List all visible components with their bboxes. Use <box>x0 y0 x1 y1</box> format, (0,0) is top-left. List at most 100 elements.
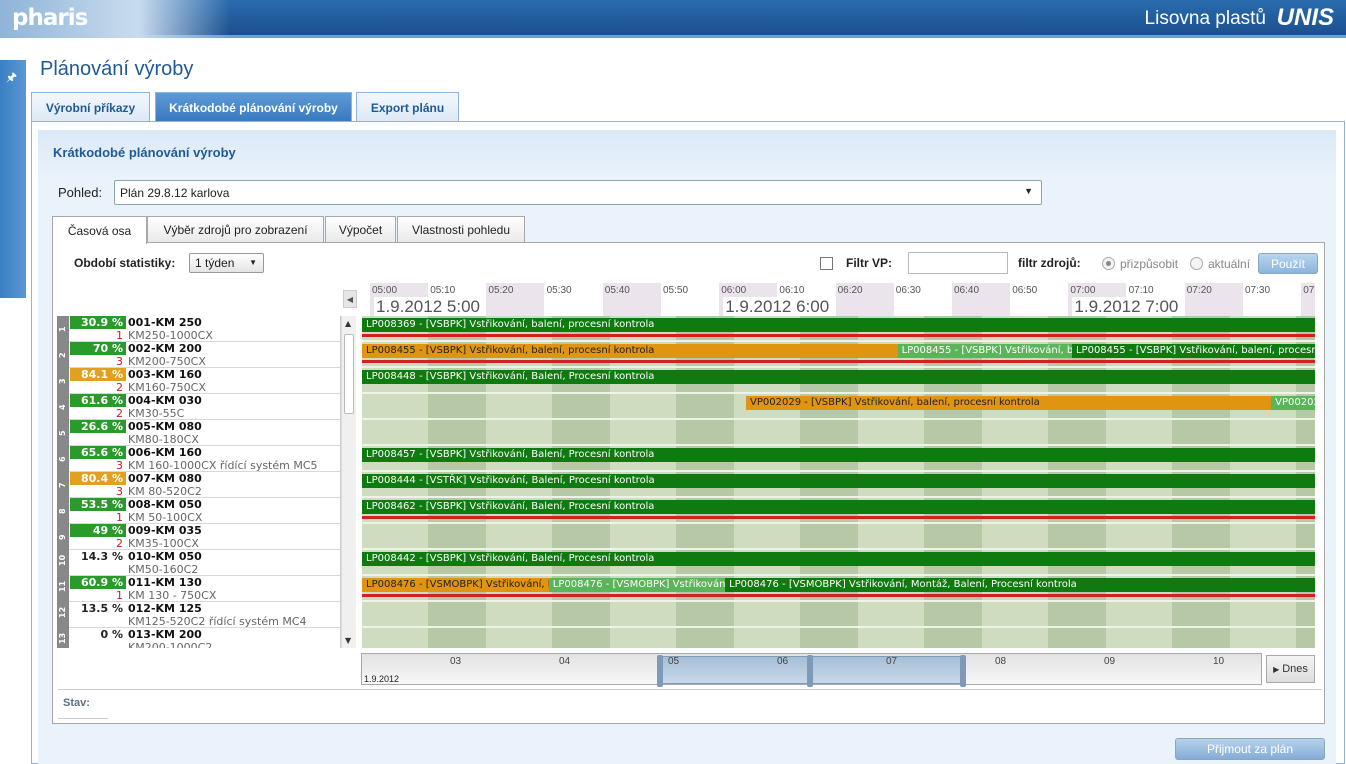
resource-index: 2 <box>57 342 69 368</box>
resource-row[interactable]: 1 30.9 % 1 001-KM 250 KM250-1000CX <box>57 316 340 342</box>
resource-name: 005-KM 080 <box>128 420 202 433</box>
subtab-resource-selection[interactable]: Výběr zdrojů pro zobrazení <box>147 216 324 243</box>
navigator-handle-center[interactable] <box>807 655 813 687</box>
resource-row[interactable]: 3 84.1 % 2 003-KM 160 KM160-750CX <box>57 368 340 394</box>
resource-row[interactable]: 6 65.6 % 3 006-KM 160 KM 160-1000CX řídící s… <box>57 446 340 472</box>
scroll-down-icon[interactable]: ▼ <box>345 636 351 645</box>
timeline-tick-column: 06:20 <box>835 283 894 316</box>
resource-name: 003-KM 160 <box>128 368 202 381</box>
gantt-delay-line <box>362 516 1315 519</box>
resource-order-count: 1 <box>116 329 123 342</box>
gantt-bar[interactable]: LP008444 - [VSTŘK] Vstřikování, Balení, … <box>362 474 1315 488</box>
resource-row[interactable]: 13 0 % 013-KM 200 KM200-1000C2 <box>57 628 340 648</box>
timeline-tick-label: 06:10 <box>779 285 805 296</box>
gantt-bar[interactable]: LP008476 - [VSMOBPK] Vstřikování, Montáž… <box>725 578 1315 592</box>
resource-index: 3 <box>57 368 69 394</box>
resource-order-count: 2 <box>116 537 123 550</box>
timeline-tick-column: 07 <box>1301 283 1315 316</box>
gantt-bar[interactable]: LP008476 - [VSMOBPK] Vstřikování, Montáž… <box>548 578 726 592</box>
gantt-delay-line <box>362 334 1315 337</box>
resource-name: 009-KM 035 <box>128 524 202 537</box>
resource-scrollbar[interactable]: ▲ ▼ <box>341 316 356 648</box>
collapse-left-icon[interactable]: ◀ <box>343 290 357 308</box>
stat-period-label: Období statistiky: <box>74 256 176 270</box>
resource-name: 007-KM 080 <box>128 472 202 485</box>
timeline-tick-label: 05:00 <box>372 285 398 296</box>
timeline-tick-label: 07 <box>1303 285 1315 296</box>
timeline-tick-label: 05:30 <box>546 285 572 296</box>
gantt-bar[interactable]: LP008442 - [VSBPK] Vstřikování, Balení, … <box>362 552 1315 566</box>
navigator-window[interactable] <box>657 655 966 687</box>
scroll-up-icon[interactable]: ▲ <box>345 319 351 328</box>
filter-vp-label: Filtr VP: <box>846 256 893 270</box>
radio-fit[interactable] <box>1102 257 1115 270</box>
resource-row[interactable]: 4 61.6 % 2 004-KM 030 KM30-55C <box>57 394 340 420</box>
resource-row[interactable]: 8 53.5 % 1 008-KM 050 KM 50-100CX <box>57 498 340 524</box>
pin-icon[interactable]: 🖈 <box>6 68 17 89</box>
subtab-calculation[interactable]: Výpočet <box>325 216 396 243</box>
gantt-bar[interactable]: LP008455 - [VSBPK] Vstřikování, balení, … <box>897 344 1072 358</box>
navigator-tick: 07 <box>886 656 898 667</box>
tab-production-orders[interactable]: Výrobní příkazy <box>31 92 150 122</box>
navigator-tick: 09 <box>1104 656 1116 667</box>
resource-utilization: 61.6 % <box>70 394 126 407</box>
resource-utilization: 60.9 % <box>70 576 126 589</box>
dropdown-arrow-icon: ▼ <box>249 258 257 267</box>
view-select[interactable]: Plán 29.8.12 karlova ▼ <box>114 180 1042 205</box>
gantt-bar[interactable]: LP008448 - [VSBPK] Vstřikování, Balení, … <box>362 370 1315 384</box>
navigator-handle-left[interactable] <box>657 655 663 687</box>
resource-order-count <box>70 433 126 446</box>
today-button[interactable]: ▶ Dnes <box>1266 655 1315 683</box>
resource-description: KM 130 - 750CX <box>128 589 217 602</box>
timeline-tick-column: 06:30 <box>894 283 952 316</box>
side-pin-rail[interactable]: 🖈 <box>0 60 26 298</box>
subtab-view-properties[interactable]: Vlastnosti pohledu <box>397 216 525 243</box>
gantt-bar[interactable]: VP002029 <box>1271 396 1315 410</box>
resource-row[interactable]: 7 80.4 % 3 007-KM 080 KM 80-520C2 <box>57 472 340 498</box>
stat-period-select[interactable]: 1 týden ▼ <box>189 253 264 273</box>
gantt-bar[interactable]: LP008457 - [VSBPK] Vstřikování, Balení, … <box>362 448 1315 462</box>
resource-index: 6 <box>57 446 69 472</box>
accept-plan-button[interactable]: Přijmout za plán <box>1175 738 1325 760</box>
resource-index: 7 <box>57 472 69 498</box>
tab-short-term-planning[interactable]: Krátkodobé plánování výroby <box>155 92 352 122</box>
resource-row[interactable]: 2 70 % 3 002-KM 200 KM200-750CX <box>57 342 340 368</box>
gantt-bar[interactable]: LP008455 - [VSBPK] Vstřikování, balení, … <box>362 344 898 358</box>
resource-description: KM200-750CX <box>128 355 206 368</box>
gantt-row <box>362 628 1315 648</box>
resource-row[interactable]: 5 26.6 % 005-KM 080 KM80-180CX <box>57 420 340 446</box>
gantt-bar[interactable]: LP008369 - [VSBPK] Vstřikování, balení, … <box>362 318 1315 332</box>
timeline-navigator[interactable]: 1.9.2012 03 04 05 06 07 08 09 10 <box>361 653 1262 687</box>
navigator-tick: 10 <box>1213 656 1225 667</box>
gantt-bar[interactable]: VP002029 - [VSBPK] Vstřikování, balení, … <box>746 396 1272 410</box>
resource-description: KM250-1000CX <box>128 329 213 342</box>
radio-fit-label: přizpůsobit <box>1120 257 1179 271</box>
radio-current[interactable] <box>1190 257 1203 270</box>
gantt-bar[interactable]: LP008455 - [VSBPK] Vstřikování, balení, … <box>1071 344 1315 358</box>
navigator-handle-right[interactable] <box>960 655 966 687</box>
tab-export-plan[interactable]: Export plánu <box>356 92 459 122</box>
apply-button[interactable]: Použít <box>1258 253 1318 274</box>
resource-row[interactable]: 12 13.5 % 012-KM 125 KM125-520C2 řídící sys… <box>57 602 340 628</box>
resource-row[interactable]: 10 14.3 % 010-KM 050 KM50-160C2 <box>57 550 340 576</box>
resource-description: KM30-55C <box>128 407 185 420</box>
timeline-tick-column: 05:40 <box>602 283 661 316</box>
subtab-timeline[interactable]: Časová osa <box>52 216 147 244</box>
pharis-logo: pharis <box>0 0 230 38</box>
resource-order-count: 3 <box>116 459 123 472</box>
filter-vp-input[interactable] <box>908 252 1008 274</box>
timeline-tick-label: 06:30 <box>895 285 921 296</box>
section-title: Krátkodobé plánování výroby <box>53 145 236 160</box>
filter-vp-checkbox[interactable] <box>820 257 833 270</box>
gantt-bar[interactable]: LP008462 - [VSBPK] Vstřikování, Balení, … <box>362 500 1315 514</box>
resource-name: 010-KM 050 <box>128 550 202 563</box>
timeline-tick-label: 05:20 <box>488 285 514 296</box>
resource-row[interactable]: 11 60.9 % 1 011-KM 130 KM 130 - 750CX <box>57 576 340 602</box>
timeline-header: 05:00 05:10 05:20 05:30 05:40 05:50 06:00 06:10… <box>362 283 1315 316</box>
resource-index: 4 <box>57 394 69 420</box>
scroll-thumb[interactable] <box>344 334 354 414</box>
gantt-bar[interactable]: LP008476 - [VSMOBPK] Vstřikování, Montáž… <box>362 578 549 592</box>
resource-row[interactable]: 9 49 % 2 009-KM 035 KM35-100CX <box>57 524 340 550</box>
resource-utilization: 53.5 % <box>70 498 126 511</box>
page-title: Plánování výroby <box>40 58 194 80</box>
